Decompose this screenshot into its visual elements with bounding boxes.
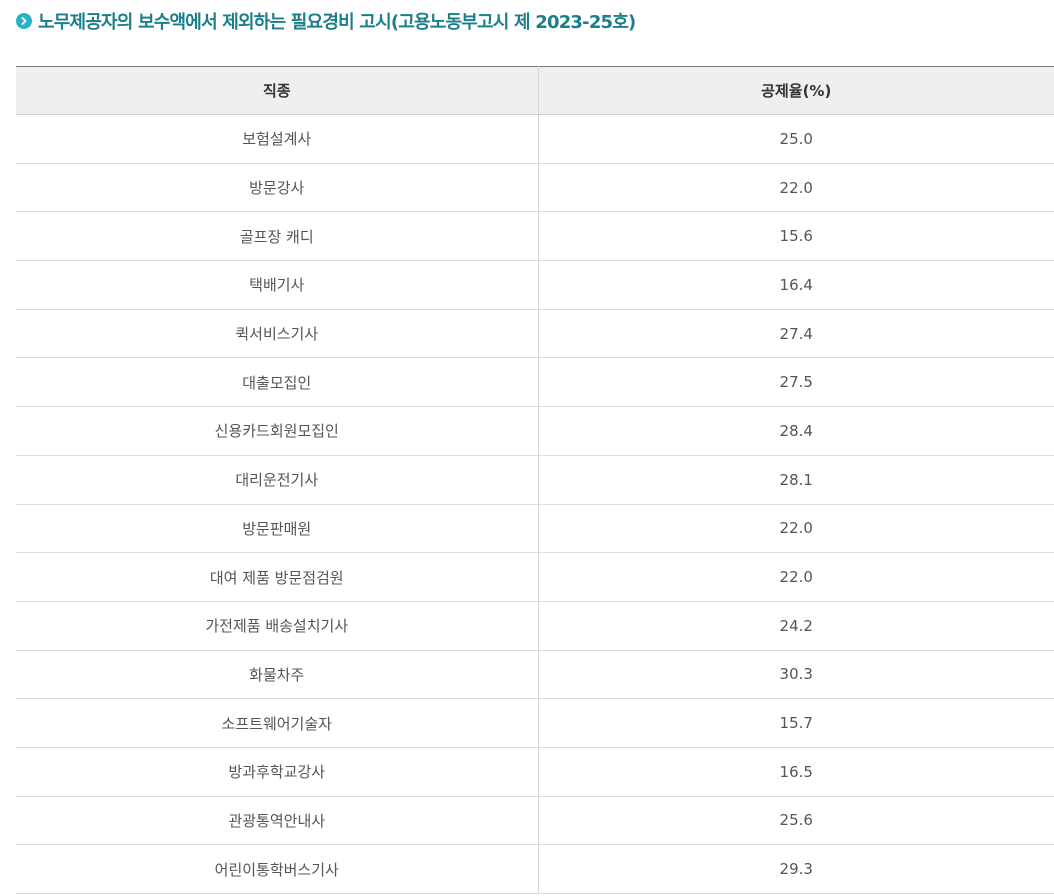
occupation-cell: 어린이통학버스기사 — [16, 844, 539, 894]
table-row: 가전제품 배송설치기사 24.2 — [16, 601, 1054, 651]
table-header-row: 직종 공제율(%) — [16, 66, 1054, 115]
occupation-cell: 가전제품 배송설치기사 — [16, 601, 539, 651]
rate-cell: 29.3 — [538, 844, 1054, 894]
occupation-cell: 퀵서비스기사 — [16, 309, 539, 359]
occupation-cell: 관광통역안내사 — [16, 796, 539, 846]
rate-cell: 16.5 — [538, 747, 1054, 797]
rate-cell: 28.1 — [538, 455, 1054, 505]
occupation-cell: 방과후학교강사 — [16, 747, 539, 797]
table-row: 대출모집인 27.5 — [16, 357, 1054, 408]
rate-cell: 22.0 — [538, 552, 1054, 602]
table-row: 방문판매원 22.0 — [16, 504, 1054, 554]
header-deduction-rate: 공제율(%) — [538, 66, 1054, 115]
table-row: 퀵서비스기사 27.4 — [16, 309, 1054, 359]
occupation-cell: 소프트웨어기술자 — [16, 698, 539, 748]
occupation-cell: 택배기사 — [16, 260, 539, 310]
rate-cell: 15.6 — [538, 211, 1054, 262]
occupation-cell: 골프장 캐디 — [16, 211, 539, 262]
rate-cell: 22.0 — [538, 504, 1054, 554]
chevron-right-circle-icon — [16, 13, 32, 29]
occupation-cell: 대출모집인 — [16, 357, 539, 408]
occupation-cell: 방문강사 — [16, 163, 539, 213]
rate-cell: 25.0 — [538, 114, 1054, 164]
rate-cell: 25.6 — [538, 796, 1054, 846]
rate-cell: 22.0 — [538, 163, 1054, 213]
occupation-cell: 보험설계사 — [16, 114, 539, 164]
rate-cell: 28.4 — [538, 406, 1054, 456]
occupation-cell: 화물차주 — [16, 650, 539, 700]
table-row: 소프트웨어기술자 15.7 — [16, 698, 1054, 748]
occupation-cell: 신용카드회원모집인 — [16, 406, 539, 456]
occupation-cell: 방문판매원 — [16, 504, 539, 554]
occupation-cell: 대여 제품 방문점검원 — [16, 552, 539, 602]
table-row: 신용카드회원모집인 28.4 — [16, 406, 1054, 456]
occupation-cell: 대리운전기사 — [16, 455, 539, 505]
table-row: 방문강사 22.0 — [16, 163, 1054, 213]
table-row: 화물차주 30.3 — [16, 650, 1054, 700]
section-heading: 노무제공자의 보수액에서 제외하는 필요경비 고시(고용노동부고시 제 2023… — [16, 8, 636, 34]
rate-cell: 27.5 — [538, 357, 1054, 408]
table-row: 골프장 캐디 15.6 — [16, 211, 1054, 262]
table-row: 방과후학교강사 16.5 — [16, 747, 1054, 797]
table-row: 보험설계사 25.0 — [16, 114, 1054, 164]
deduction-rate-table: 직종 공제율(%) 보험설계사 25.0 방문강사 22.0 골프장 캐디 15… — [16, 66, 1054, 894]
header-occupation: 직종 — [16, 66, 539, 115]
rate-cell: 27.4 — [538, 309, 1054, 359]
section-title: 노무제공자의 보수액에서 제외하는 필요경비 고시(고용노동부고시 제 2023… — [38, 12, 636, 33]
table-row: 택배기사 16.4 — [16, 260, 1054, 310]
rate-cell: 30.3 — [538, 650, 1054, 700]
table-row: 대여 제품 방문점검원 22.0 — [16, 552, 1054, 602]
table-row: 대리운전기사 28.1 — [16, 455, 1054, 505]
table-row: 관광통역안내사 25.6 — [16, 796, 1054, 846]
rate-cell: 15.7 — [538, 698, 1054, 748]
rate-cell: 16.4 — [538, 260, 1054, 310]
table-row: 어린이통학버스기사 29.3 — [16, 844, 1054, 894]
rate-cell: 24.2 — [538, 601, 1054, 651]
